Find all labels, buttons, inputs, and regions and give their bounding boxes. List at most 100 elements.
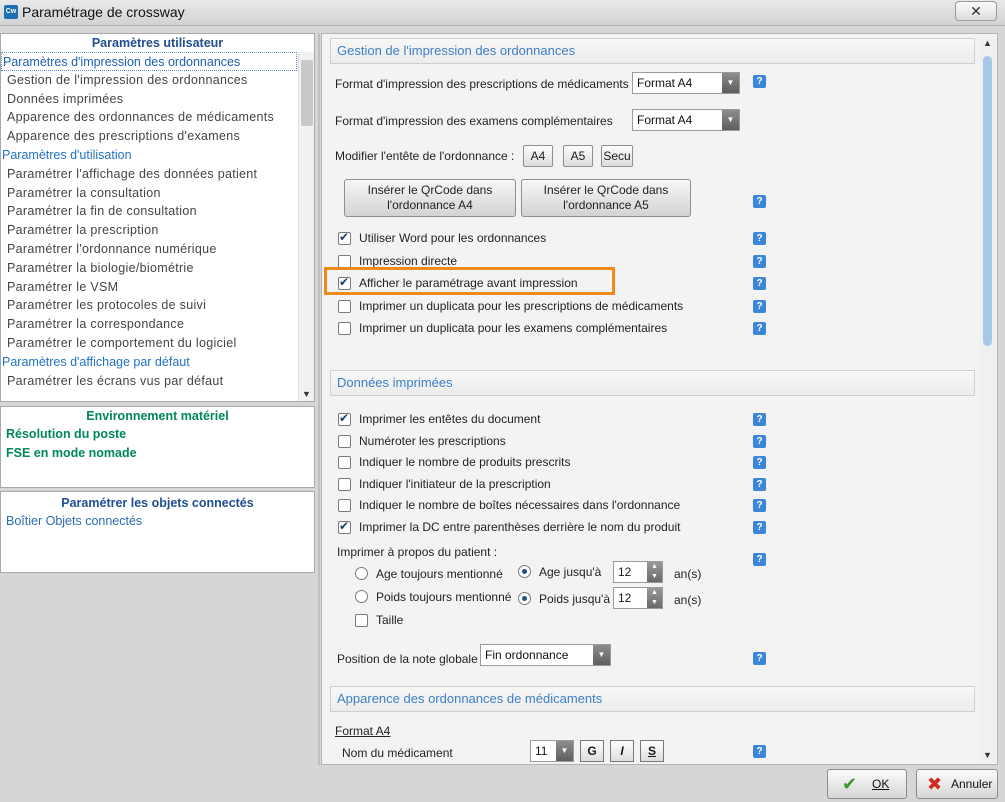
close-button[interactable]: ✕: [955, 1, 997, 21]
option-checkbox[interactable]: [338, 254, 351, 268]
font-size-select[interactable]: 11 ▼: [530, 740, 574, 762]
chevron-down-icon[interactable]: ▼: [722, 73, 739, 93]
insert-qr-a4-line2: l'ordonnance A4: [387, 198, 473, 212]
tree-category[interactable]: Paramètres d'utilisation: [1, 146, 314, 165]
taille-checkbox[interactable]: [355, 614, 368, 627]
tree-item[interactable]: Paramétrer la biologie/biométrie: [1, 259, 314, 278]
tree-item[interactable]: Paramétrer le VSM: [1, 278, 314, 297]
weight-until-radio[interactable]: [518, 592, 531, 605]
option-checkbox[interactable]: [338, 477, 351, 491]
header-edit-label: Modifier l'entête de l'ordonnance :: [335, 149, 515, 163]
help-icon[interactable]: ?: [753, 75, 766, 88]
help-icon[interactable]: ?: [753, 434, 766, 448]
option-checkbox[interactable]: [338, 519, 351, 534]
weight-unit: an(s): [674, 593, 702, 607]
option-label: Imprimer un duplicata pour les prescript…: [359, 298, 684, 313]
chevron-up-icon[interactable]: ▲: [983, 38, 992, 48]
italic-button[interactable]: I: [610, 740, 634, 762]
right-scroll-thumb[interactable]: [983, 56, 992, 346]
right-scrollbar[interactable]: ▲ ▼: [979, 36, 996, 762]
option-checkbox[interactable]: [338, 499, 351, 512]
option-checkbox[interactable]: [338, 434, 351, 448]
help-icon[interactable]: ?: [753, 322, 766, 335]
insert-qr-a4-line1: Insérer le QrCode dans: [367, 183, 493, 197]
app-icon: Cw: [4, 5, 18, 19]
panel-divider[interactable]: [318, 33, 320, 765]
age-value: 12: [618, 565, 632, 579]
chevron-down-icon[interactable]: ▼: [593, 645, 610, 665]
help-icon[interactable]: ?: [753, 232, 766, 245]
tree-item[interactable]: Apparence des ordonnances de médicaments: [1, 108, 314, 127]
stepper-arrows-icon[interactable]: ▲ ▼: [647, 562, 662, 582]
tree-item[interactable]: Paramétrer l'affichage des données patie…: [1, 165, 314, 184]
option-checkbox[interactable]: [338, 230, 351, 245]
format-meds-select[interactable]: Format A4 ▼: [632, 72, 740, 94]
option-checkbox[interactable]: [338, 456, 351, 469]
left-scrollbar[interactable]: ▼: [298, 52, 314, 401]
note-position-label: Position de la note globale: [337, 652, 478, 666]
format-exams-select[interactable]: Format A4 ▼: [632, 109, 740, 131]
age-stepper[interactable]: 12 ▲ ▼: [613, 561, 663, 583]
option-checkbox[interactable]: [338, 411, 351, 426]
header-a4-button[interactable]: A4: [523, 145, 553, 167]
help-icon[interactable]: ?: [753, 499, 766, 512]
chevron-down-icon[interactable]: ▼: [302, 389, 311, 399]
help-icon[interactable]: ?: [753, 195, 766, 208]
ok-button[interactable]: ✔ OK: [827, 769, 907, 799]
help-icon[interactable]: ?: [753, 413, 766, 426]
chevron-down-icon[interactable]: ▼: [722, 110, 739, 130]
option-checkbox[interactable]: [338, 299, 351, 313]
cancel-button[interactable]: ✖ Annuler: [916, 769, 998, 799]
help-icon[interactable]: ?: [753, 254, 766, 268]
tree-category[interactable]: Paramètres d'affichage par défaut: [1, 353, 314, 372]
help-icon[interactable]: ?: [753, 745, 766, 758]
tree-item[interactable]: Paramétrer l'ordonnance numérique: [1, 240, 314, 259]
tree-item[interactable]: Paramétrer les protocoles de suivi: [1, 296, 314, 315]
tree-item[interactable]: Gestion de l'impression des ordonnances: [1, 71, 314, 90]
format-a4-heading: Format A4: [335, 724, 391, 738]
chevron-down-icon[interactable]: ▼: [556, 741, 573, 761]
tree-item[interactable]: Paramètres d'impression des ordonnances: [1, 52, 297, 71]
help-icon[interactable]: ?: [753, 553, 766, 566]
weight-stepper[interactable]: 12 ▲ ▼: [613, 587, 663, 609]
note-position-select[interactable]: Fin ordonnance ▼: [480, 644, 611, 666]
note-position-value: Fin ordonnance: [485, 648, 569, 662]
option-label: Impression directe: [359, 253, 458, 268]
insert-qr-a5-button[interactable]: Insérer le QrCode dans l'ordonnance A5: [521, 179, 691, 217]
age-always-radio[interactable]: [355, 567, 368, 580]
tree-item[interactable]: Paramétrer la prescription: [1, 221, 314, 240]
age-until-radio[interactable]: [518, 565, 531, 578]
bold-button[interactable]: G: [580, 740, 604, 762]
chevron-down-icon[interactable]: ▼: [983, 750, 992, 760]
help-icon[interactable]: ?: [753, 520, 766, 534]
help-icon[interactable]: ?: [753, 477, 766, 491]
option-checkbox[interactable]: [338, 322, 351, 335]
tree-item[interactable]: Paramétrer la correspondance: [1, 315, 314, 334]
hardware-item-resolution[interactable]: Résolution du poste: [1, 425, 314, 444]
tree-item[interactable]: Apparence des prescriptions d'examens: [1, 127, 314, 146]
tree-item[interactable]: Paramétrer le comportement du logiciel: [1, 334, 314, 353]
weight-always-radio[interactable]: [355, 590, 368, 603]
help-icon[interactable]: ?: [753, 277, 766, 290]
format-meds-value: Format A4: [637, 76, 693, 90]
header-secu-button[interactable]: Secu: [601, 145, 633, 167]
help-icon[interactable]: ?: [753, 652, 766, 665]
checkmark-icon: ✔: [842, 774, 858, 794]
tree-item[interactable]: Données imprimées: [1, 90, 314, 109]
left-scroll-thumb[interactable]: [301, 60, 313, 126]
tree-item[interactable]: Paramétrer la fin de consultation: [1, 202, 314, 221]
ok-label: OK: [872, 777, 890, 791]
header-a5-button[interactable]: A5: [563, 145, 593, 167]
cross-icon: ✖: [927, 774, 943, 794]
stepper-arrows-icon[interactable]: ▲ ▼: [647, 588, 662, 608]
highlight-annotation: [324, 267, 615, 295]
objects-item-boitier[interactable]: Boîtier Objets connectés: [1, 512, 314, 531]
tree-item[interactable]: Paramétrer les écrans vus par défaut: [1, 372, 314, 391]
help-icon[interactable]: ?: [753, 456, 766, 469]
hardware-item-fse[interactable]: FSE en mode nomade: [1, 444, 314, 463]
tree-item[interactable]: Paramétrer la consultation: [1, 184, 314, 203]
hardware-box: Environnement matériel Résolution du pos…: [0, 406, 315, 488]
insert-qr-a4-button[interactable]: Insérer le QrCode dans l'ordonnance A4: [344, 179, 516, 217]
help-icon[interactable]: ?: [753, 299, 766, 313]
underline-button[interactable]: S: [640, 740, 664, 762]
